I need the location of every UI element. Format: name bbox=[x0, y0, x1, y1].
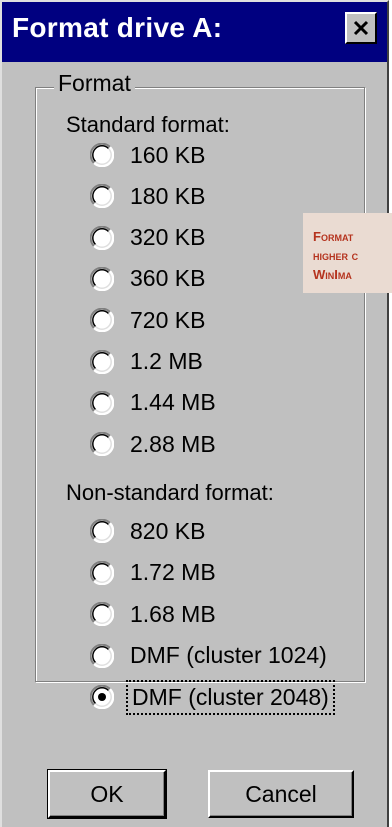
radio-option-label: 1.2 MB bbox=[130, 348, 203, 374]
radio-option[interactable]: 360 KB bbox=[90, 261, 205, 297]
radio-icon[interactable] bbox=[90, 308, 114, 333]
radio-option[interactable]: 2.88 MB bbox=[90, 426, 216, 462]
radio-option-label: DMF (cluster 1024) bbox=[130, 642, 327, 668]
radio-icon[interactable] bbox=[90, 643, 114, 668]
radio-icon[interactable] bbox=[90, 143, 114, 167]
radio-icon[interactable] bbox=[90, 519, 114, 543]
radio-icon[interactable] bbox=[90, 266, 114, 291]
radio-option-label: 2.88 MB bbox=[130, 430, 216, 457]
radio-option-label: 1.68 MB bbox=[130, 600, 216, 627]
radio-option-label: 720 KB bbox=[130, 306, 206, 333]
caption-line-2: higher c bbox=[313, 248, 359, 263]
radio-option-label: 320 KB bbox=[130, 224, 206, 251]
radio-option-label: 820 KB bbox=[130, 517, 206, 544]
nonstandard-format-label: Non-standard format: bbox=[66, 480, 274, 505]
title-bar[interactable]: Format drive A: bbox=[2, 2, 387, 62]
caption-line-1: Format bbox=[313, 229, 354, 244]
radio-icon[interactable] bbox=[90, 184, 114, 209]
radio-option[interactable]: 820 KB bbox=[90, 513, 205, 549]
radio-option-label: 1.44 MB bbox=[130, 389, 216, 416]
format-dialog: Format drive A: Format Standard format: … bbox=[0, 0, 389, 827]
radio-option[interactable]: 1.72 MB bbox=[90, 555, 216, 591]
group-legend: Format bbox=[54, 70, 135, 97]
radio-icon[interactable] bbox=[90, 390, 114, 415]
caption-line-3: WinIma bbox=[313, 267, 352, 282]
radio-option[interactable]: 1.2 MB bbox=[90, 344, 203, 380]
radio-icon[interactable] bbox=[90, 225, 114, 250]
radio-selected-icon[interactable] bbox=[90, 685, 114, 709]
radio-option[interactable]: 320 KB bbox=[90, 220, 205, 256]
radio-icon[interactable] bbox=[90, 349, 114, 374]
radio-option[interactable]: DMF (cluster 2048) bbox=[90, 679, 335, 715]
magazine-caption: Format higher c WinIma bbox=[303, 213, 392, 293]
radio-option[interactable]: 1.44 MB bbox=[90, 385, 216, 421]
radio-option-label: 180 KB bbox=[130, 182, 206, 209]
radio-icon[interactable] bbox=[90, 560, 114, 585]
radio-option[interactable]: 160 KB bbox=[90, 137, 205, 173]
radio-option[interactable]: 720 KB bbox=[90, 302, 205, 338]
radio-option-label: 360 KB bbox=[130, 265, 206, 292]
radio-icon[interactable] bbox=[90, 432, 114, 457]
close-button[interactable] bbox=[345, 12, 377, 44]
radio-option[interactable]: 180 KB bbox=[90, 178, 205, 214]
radio-option[interactable]: 1.68 MB bbox=[90, 596, 216, 632]
radio-icon[interactable] bbox=[90, 602, 114, 626]
window-title: Format drive A: bbox=[12, 12, 223, 43]
ok-button[interactable]: OK bbox=[47, 769, 167, 819]
cancel-button[interactable]: Cancel bbox=[208, 770, 354, 818]
close-icon bbox=[353, 20, 369, 36]
standard-format-label: Standard format: bbox=[66, 112, 230, 137]
radio-option[interactable]: DMF (cluster 1024) bbox=[90, 638, 327, 674]
radio-option-label: 160 KB bbox=[130, 141, 206, 168]
radio-option-label: DMF (cluster 2048) bbox=[126, 679, 335, 715]
radio-option-label: 1.72 MB bbox=[130, 559, 216, 585]
